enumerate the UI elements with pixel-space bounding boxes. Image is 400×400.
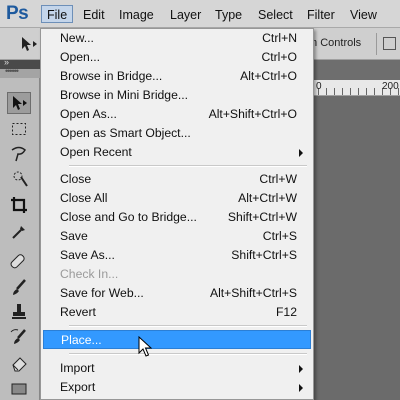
menu-item-save-for-web[interactable]: Save for Web... Alt+Shift+Ctrl+S	[43, 284, 311, 303]
menu-view[interactable]: View	[344, 5, 383, 23]
menu-bar: Ps File Edit Image Layer Type Select Fil…	[0, 0, 400, 28]
options-divider	[376, 33, 377, 55]
menu-filter[interactable]: Filter	[301, 5, 341, 23]
menu-item-close-all[interactable]: Close All Alt+Ctrl+W	[43, 189, 311, 208]
menu-item-revert[interactable]: Revert F12	[43, 303, 311, 322]
menu-item-close-and-go-to-bridge[interactable]: Close and Go to Bridge... Shift+Ctrl+W	[43, 208, 311, 227]
grip-icon: ••••••	[5, 66, 19, 76]
move-options-icon[interactable]	[20, 36, 38, 52]
menu-item-open-recent[interactable]: Open Recent	[43, 143, 311, 162]
gradient-tool-icon[interactable]	[7, 378, 31, 400]
menu-edit[interactable]: Edit	[77, 5, 111, 23]
menu-item-browse-in-mini-bridge[interactable]: Browse in Mini Bridge...	[43, 86, 311, 105]
show-transform-controls-label[interactable]: m Controls	[308, 37, 361, 49]
tools-panel: » ••••••	[0, 57, 40, 400]
ruler-label: 0	[316, 81, 322, 92]
menu-file[interactable]: File	[41, 5, 74, 23]
menu-image[interactable]: Image	[113, 5, 160, 23]
brush-tool-icon[interactable]	[7, 276, 31, 298]
quick-selection-tool-icon[interactable]	[7, 168, 31, 190]
ruler-label: 200	[382, 81, 399, 92]
eraser-tool-icon[interactable]	[7, 352, 31, 374]
menu-item-save-as[interactable]: Save As... Shift+Ctrl+S	[43, 246, 311, 265]
menu-separator	[69, 353, 307, 355]
menu-item-close[interactable]: Close Ctrl+W	[43, 170, 311, 189]
menu-separator	[69, 165, 307, 167]
lasso-tool-icon[interactable]	[7, 143, 31, 165]
menu-item-save[interactable]: Save Ctrl+S	[43, 227, 311, 246]
panel-grip[interactable]: ••••••	[0, 66, 40, 78]
photoshop-logo: Ps	[6, 3, 29, 24]
move-tool-icon[interactable]	[7, 92, 31, 114]
menu-separator	[69, 325, 307, 327]
eyedropper-tool-icon[interactable]	[7, 220, 31, 242]
menu-item-place[interactable]: Place...	[43, 330, 311, 349]
submenu-arrow-icon	[299, 365, 303, 373]
mouse-cursor-icon	[138, 335, 153, 358]
history-brush-tool-icon[interactable]	[7, 326, 31, 348]
menu-type[interactable]: Type	[209, 5, 248, 23]
menu-item-open-as[interactable]: Open As... Alt+Shift+Ctrl+O	[43, 105, 311, 124]
submenu-arrow-icon	[299, 384, 303, 392]
clone-stamp-tool-icon[interactable]	[7, 301, 31, 323]
crop-tool-icon[interactable]	[7, 194, 31, 216]
menu-select[interactable]: Select	[252, 5, 299, 23]
align-icon[interactable]	[383, 37, 396, 50]
menu-item-check-in: Check In...	[60, 267, 119, 281]
menu-item-browse-in-bridge[interactable]: Browse in Bridge... Alt+Ctrl+O	[43, 67, 311, 86]
file-menu-dropdown: New... Ctrl+N Open... Ctrl+O Browse in Bri…	[40, 28, 314, 400]
marquee-tool-icon[interactable]	[7, 118, 31, 140]
menu-item-new[interactable]: New... Ctrl+N	[43, 29, 311, 48]
menu-layer[interactable]: Layer	[164, 5, 207, 23]
menu-item-import[interactable]: Import	[43, 359, 311, 378]
menu-item-open-as-smart-object[interactable]: Open as Smart Object...	[43, 124, 311, 143]
submenu-arrow-icon	[299, 149, 303, 157]
menu-item-open[interactable]: Open... Ctrl+O	[43, 48, 311, 67]
menu-item-export[interactable]: Export	[43, 378, 311, 397]
healing-brush-tool-icon[interactable]	[7, 251, 31, 273]
